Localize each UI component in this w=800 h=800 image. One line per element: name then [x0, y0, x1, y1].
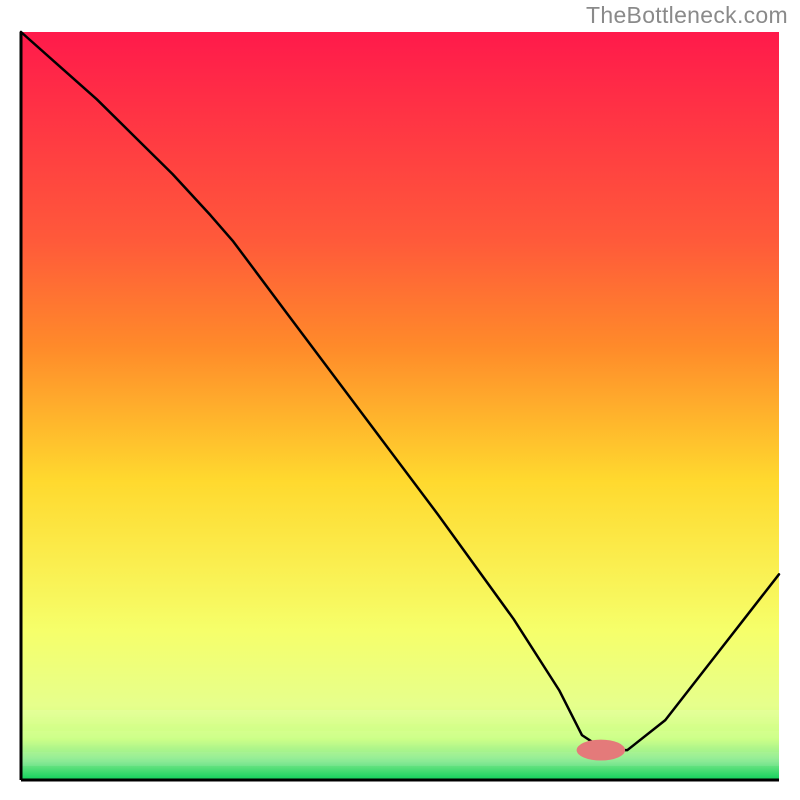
bottom-stripe — [21, 759, 779, 766]
bottom-stripe — [21, 738, 779, 745]
chart-background — [21, 32, 779, 780]
optimum-marker — [577, 740, 626, 761]
watermark-text: TheBottleneck.com — [586, 2, 788, 29]
bottleneck-chart — [19, 30, 781, 782]
bottom-stripe — [21, 752, 779, 759]
chart-svg — [19, 30, 781, 782]
bottom-stripe — [21, 710, 779, 717]
bottom-stripe — [21, 724, 779, 731]
bottom-stripe — [21, 745, 779, 752]
bottom-stripe — [21, 731, 779, 738]
